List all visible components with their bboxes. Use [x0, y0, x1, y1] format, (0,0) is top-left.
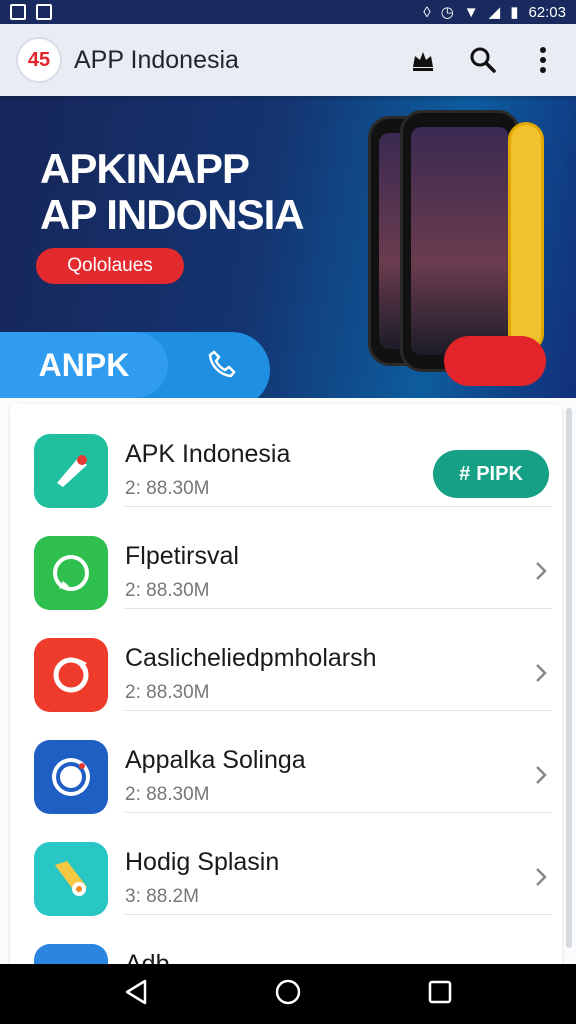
- status-bar: ◊ ◷ ▼ ◢ ▮ 62:03: [0, 0, 576, 24]
- list-item[interactable]: Caslicheliedpmholarsh 2: 88.30M: [10, 608, 562, 712]
- battery-icon: ▮: [510, 4, 519, 21]
- vibrate-icon: ◊: [423, 3, 431, 21]
- image-icon: [36, 4, 52, 20]
- phone-illustration-front: [400, 110, 520, 372]
- signal-icon: ◢: [488, 4, 501, 21]
- list-item[interactable]: Hodig Splasin 3: 88.2M: [10, 812, 562, 916]
- banner-headline: APKINAPP AP INDONSIA: [40, 145, 305, 238]
- back-icon[interactable]: [123, 978, 149, 1011]
- app-bar: 45 APP Indonesia: [0, 24, 576, 96]
- banner-cta-button[interactable]: ANPK: [0, 332, 168, 398]
- banner-pill-button[interactable]: Qololaues: [36, 248, 184, 284]
- install-icon: #: [459, 462, 471, 485]
- app-name: Flpetirsval: [125, 542, 239, 570]
- recents-icon[interactable]: [427, 979, 453, 1010]
- list-item[interactable]: APK Indonesia 2: 88.30M # PIPK: [10, 404, 562, 508]
- chevron-right-icon: [534, 764, 548, 791]
- app-icon: [34, 638, 108, 712]
- app-size: 2: 88.30M: [125, 682, 210, 703]
- crown-icon[interactable]: [406, 43, 440, 77]
- wifi-icon: ▼: [463, 3, 479, 21]
- app-icon: [34, 434, 108, 508]
- list-item[interactable]: Adb: [10, 914, 562, 964]
- app-name: Appalka Solinga: [125, 746, 306, 774]
- more-menu-icon[interactable]: [526, 43, 560, 77]
- list-item[interactable]: Flpetirsval 2: 88.30M: [10, 506, 562, 610]
- app-name: Hodig Splasin: [125, 848, 280, 876]
- app-icon: [34, 944, 108, 964]
- promo-banner[interactable]: APKINAPP AP INDONSIA Qololaues ANPK: [0, 96, 576, 398]
- headline-line-1: APKINAPP: [40, 145, 250, 192]
- app-size: 2: 88.30M: [125, 580, 210, 601]
- install-button[interactable]: # PIPK: [433, 450, 549, 498]
- notification-icon: [10, 4, 26, 20]
- app-size: 2: 88.30M: [125, 784, 210, 805]
- app-icon: [34, 536, 108, 610]
- app-size: 2: 88.30M: [125, 478, 210, 499]
- app-title: APP Indonesia: [74, 45, 239, 74]
- home-icon[interactable]: [274, 978, 302, 1011]
- install-label: PIPK: [476, 462, 523, 485]
- app-size: 3: 88.2M: [125, 886, 199, 907]
- banner-badge: [444, 336, 546, 386]
- system-nav-bar: [0, 964, 576, 1024]
- app-list-card: APK Indonesia 2: 88.30M # PIPK Flpetirsv…: [10, 404, 562, 964]
- phone-illustration-side: [508, 122, 544, 352]
- chevron-right-icon: [534, 662, 548, 689]
- alarm-icon: ◷: [440, 4, 454, 21]
- headline-line-2: AP INDONSIA: [40, 191, 305, 238]
- chevron-right-icon: [534, 560, 548, 587]
- app-logo[interactable]: 45: [16, 37, 62, 83]
- app-name: Caslicheliedpmholarsh: [125, 644, 377, 672]
- logo-text: 45: [27, 48, 51, 71]
- app-name: APK Indonesia: [125, 440, 291, 468]
- clock: 62:03: [528, 3, 566, 21]
- app-icon: [34, 842, 108, 916]
- app-name: Adb: [125, 950, 170, 964]
- app-list: APK Indonesia 2: 88.30M # PIPK Flpetirsv…: [0, 398, 576, 964]
- list-item[interactable]: Appalka Solinga 2: 88.30M: [10, 710, 562, 814]
- scrollbar[interactable]: [566, 408, 572, 948]
- phone-call-icon[interactable]: [206, 348, 238, 385]
- chevron-right-icon: [534, 866, 548, 893]
- search-icon[interactable]: [466, 43, 500, 77]
- app-icon: [34, 740, 108, 814]
